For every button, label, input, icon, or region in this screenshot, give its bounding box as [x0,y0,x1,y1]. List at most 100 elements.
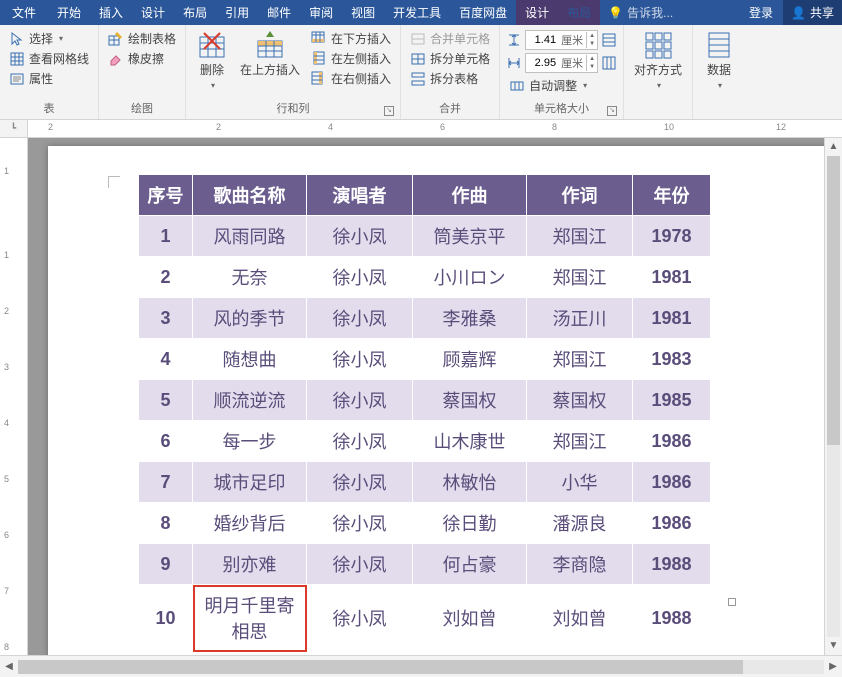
tab-review[interactable]: 审阅 [300,0,342,25]
resize-handle[interactable] [728,598,736,606]
tab-design[interactable]: 设计 [132,0,174,25]
tab-table-design[interactable]: 设计 [516,0,558,25]
tab-home[interactable]: 开始 [48,0,90,25]
col-width-field[interactable] [526,57,558,69]
table-cell[interactable]: 2 [139,257,193,298]
table-cell[interactable]: 顾嘉辉 [413,339,527,380]
vertical-scrollbar[interactable]: ▲ ▼ [824,138,842,655]
table-cell[interactable]: 1983 [633,339,711,380]
dialog-launcher-icon[interactable]: ↘ [607,106,617,116]
tab-file[interactable]: 文件 [0,0,48,25]
table-cell[interactable]: 5 [139,380,193,421]
scroll-left-icon[interactable]: ◀ [0,661,18,672]
table-cell[interactable]: 蔡国权 [413,380,527,421]
row-height-field[interactable] [526,34,558,46]
distribute-rows-icon[interactable] [601,32,617,48]
table-cell[interactable]: 何占豪 [413,544,527,585]
login-button[interactable]: 登录 [739,0,783,25]
table-cell[interactable]: 1988 [633,585,711,652]
table-cell[interactable]: 李商隐 [527,544,633,585]
tab-devtools[interactable]: 开发工具 [384,0,450,25]
table-cell[interactable]: 风的季节 [193,298,307,339]
table-cell[interactable]: 1978 [633,216,711,257]
table-header[interactable]: 作曲 [413,175,527,216]
table-cell[interactable]: 小川ロン [413,257,527,298]
dialog-launcher-icon[interactable]: ↘ [384,106,394,116]
table-cell[interactable]: 山木康世 [413,421,527,462]
table-cell[interactable]: 1988 [633,544,711,585]
table-cell[interactable]: 郑国江 [527,216,633,257]
alignment-button[interactable]: 对齐方式▾ [628,27,688,94]
spin-up-icon[interactable]: ▲ [587,32,597,40]
table-cell[interactable]: 郑国江 [527,421,633,462]
col-width-input[interactable]: 厘米 ▲▼ [525,53,598,73]
tab-mailings[interactable]: 邮件 [258,0,300,25]
table-cell[interactable]: 徐日勤 [413,503,527,544]
view-gridlines-button[interactable]: 查看网格线 [6,49,92,68]
ruler-vertical[interactable]: 112345678910 [0,138,28,655]
table-cell[interactable]: 6 [139,421,193,462]
table-cell[interactable]: 1981 [633,298,711,339]
tab-insert[interactable]: 插入 [90,0,132,25]
table-cell[interactable]: 风雨同路 [193,216,307,257]
table-header[interactable]: 歌曲名称 [193,175,307,216]
delete-button[interactable]: 删除▾ [190,27,234,94]
table-cell[interactable]: 明月千里寄相思 [193,585,307,652]
table-cell[interactable]: 徐小凤 [307,257,413,298]
table-cell[interactable]: 徐小凤 [307,421,413,462]
tellme[interactable]: 💡 告诉我... [600,0,681,25]
insert-left-button[interactable]: 在左侧插入 [308,49,394,68]
table-header[interactable]: 序号 [139,175,193,216]
table-cell[interactable]: 潘源良 [527,503,633,544]
tab-table-layout[interactable]: 布局 [558,0,600,25]
split-table-button[interactable]: 拆分表格 [407,69,493,88]
autofit-button[interactable]: 自动调整▾ [506,76,617,95]
tab-references[interactable]: 引用 [216,0,258,25]
table-cell[interactable]: 1985 [633,380,711,421]
tab-layout[interactable]: 布局 [174,0,216,25]
table-cell[interactable]: 4 [139,339,193,380]
insert-below-button[interactable]: 在下方插入 [308,29,394,48]
data-button[interactable]: 数据▾ [697,27,741,94]
share-button[interactable]: 👤 共享 [783,0,842,25]
scroll-down-icon[interactable]: ▼ [825,637,842,655]
row-height-input[interactable]: 厘米 ▲▼ [525,30,598,50]
table-cell[interactable]: 徐小凤 [307,380,413,421]
table-cell[interactable]: 1986 [633,421,711,462]
table-cell[interactable]: 每一步 [193,421,307,462]
insert-above-button[interactable]: 在上方插入 [234,27,306,79]
tab-view[interactable]: 视图 [342,0,384,25]
scroll-thumb[interactable] [18,660,743,674]
draw-table-button[interactable]: 绘制表格 [105,29,179,48]
table-cell[interactable]: 郑国江 [527,339,633,380]
table-cell[interactable]: 10 [139,585,193,652]
table-cell[interactable]: 别亦难 [193,544,307,585]
scroll-right-icon[interactable]: ▶ [824,661,842,672]
spin-down-icon[interactable]: ▼ [587,40,597,48]
table-cell[interactable]: 1981 [633,257,711,298]
ruler-horizontal[interactable]: 224681012 [28,120,842,138]
table-cell[interactable]: 刘如曾 [413,585,527,652]
table-cell[interactable]: 徐小凤 [307,585,413,652]
distribute-cols-icon[interactable] [601,55,617,71]
spin-up-icon[interactable]: ▲ [587,55,597,63]
table-cell[interactable]: 婚纱背后 [193,503,307,544]
eraser-button[interactable]: 橡皮擦 [105,49,179,68]
table-header[interactable]: 作词 [527,175,633,216]
table-cell[interactable]: 无奈 [193,257,307,298]
insert-right-button[interactable]: 在右侧插入 [308,69,394,88]
scroll-up-icon[interactable]: ▲ [825,138,842,156]
table-cell[interactable]: 刘如曾 [527,585,633,652]
table-cell[interactable]: 郑国江 [527,257,633,298]
table-cell[interactable]: 7 [139,462,193,503]
data-table[interactable]: 序号歌曲名称演唱者作曲作词年份 1风雨同路徐小凤筒美京平郑国江19782无奈徐小… [138,174,711,652]
table-cell[interactable]: 1 [139,216,193,257]
spin-down-icon[interactable]: ▼ [587,63,597,71]
table-cell[interactable]: 徐小凤 [307,216,413,257]
scroll-thumb[interactable] [827,156,840,445]
table-cell[interactable]: 徐小凤 [307,339,413,380]
tab-baidu[interactable]: 百度网盘 [450,0,516,25]
table-cell[interactable]: 徐小凤 [307,462,413,503]
table-cell[interactable]: 3 [139,298,193,339]
table-cell[interactable]: 徐小凤 [307,544,413,585]
